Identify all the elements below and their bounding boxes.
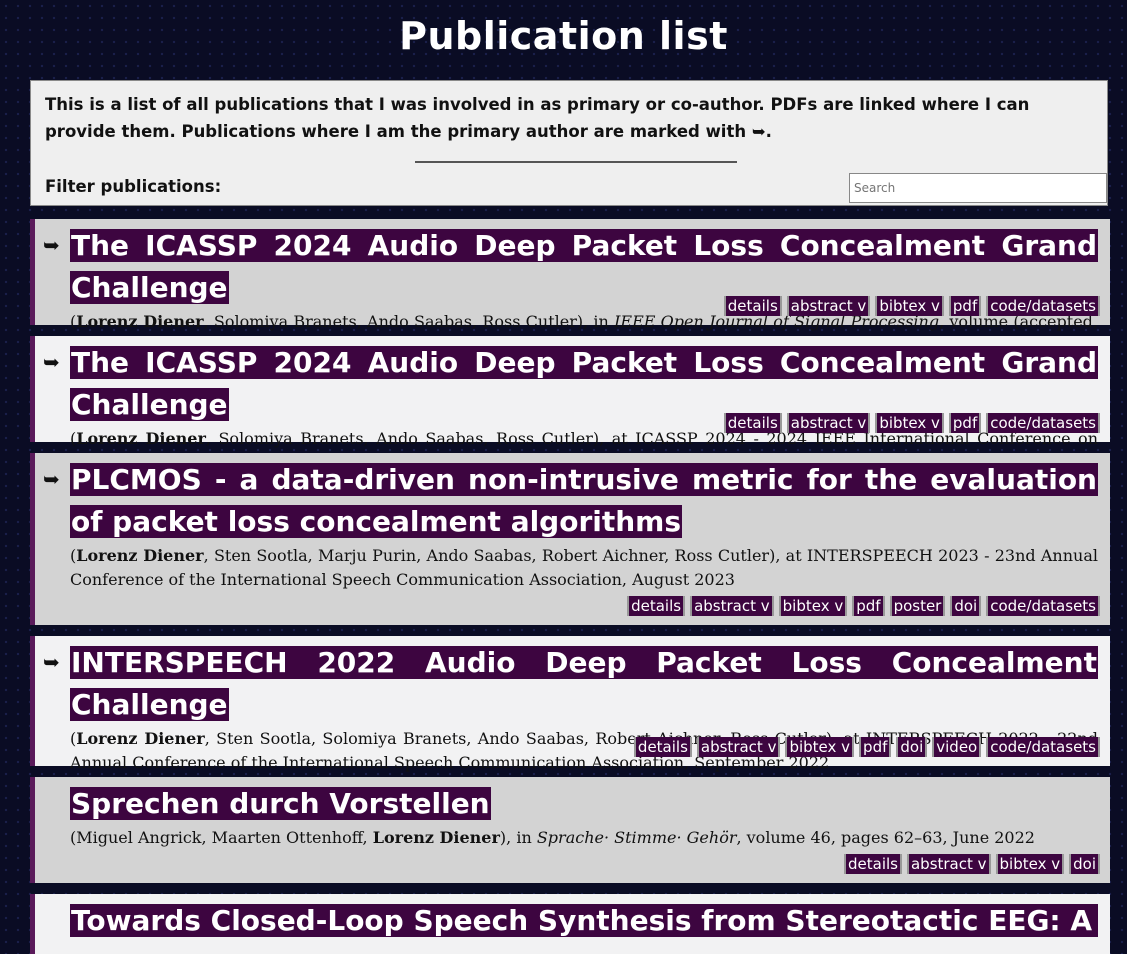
details-link[interactable]: details — [723, 296, 782, 316]
bibtex-toggle[interactable]: bibtex v — [875, 296, 944, 316]
abstract-toggle[interactable]: abstract v — [786, 296, 871, 316]
code-datasets-link[interactable]: code/datasets — [986, 296, 1100, 316]
code-datasets-link[interactable]: code/datasets — [986, 596, 1100, 616]
doi-link[interactable]: doi — [896, 737, 928, 757]
publication-item: ➥ The ICASSP 2024 Audio Deep Packet Loss… — [30, 336, 1110, 472]
page-title: Publication list — [399, 14, 728, 58]
search-input[interactable] — [849, 173, 1107, 203]
publication-title[interactable]: Towards Closed-Loop Speech Synthesis fro… — [70, 904, 1098, 937]
bibtex-toggle[interactable]: bibtex v — [995, 854, 1065, 874]
publication-links: details abstract v bibtex v pdf code/dataset… — [719, 413, 1100, 433]
publication-links: details abstract v bibtex v doi — [839, 854, 1100, 874]
details-link[interactable]: details — [723, 413, 782, 433]
publication-title[interactable]: The ICASSP 2024 Audio Deep Packet Loss C… — [70, 346, 1098, 421]
bibtex-toggle[interactable]: bibtex v — [778, 596, 848, 616]
publication-item: Sprechen durch Vorstellen (Miguel Angric… — [30, 777, 1110, 883]
abstract-toggle[interactable]: abstract v — [786, 413, 871, 433]
primary-author-arrow-icon: ➥ — [43, 350, 60, 374]
publication-citation: (Lorenz Diener, Sten Sootla, Marju Purin… — [70, 546, 1098, 589]
publication-title[interactable]: PLCMOS - a data-driven non-intrusive met… — [70, 463, 1098, 538]
code-datasets-link[interactable]: code/datasets — [986, 737, 1100, 757]
pdf-link[interactable]: pdf — [852, 596, 885, 616]
details-link[interactable]: details — [627, 596, 686, 616]
publication-item: ➥ The ICASSP 2024 Audio Deep Packet Loss… — [30, 219, 1110, 355]
doi-link[interactable]: doi — [1069, 854, 1100, 874]
publication-item: Towards Closed-Loop Speech Synthesis fro… — [30, 894, 1110, 954]
abstract-toggle[interactable]: abstract v — [696, 737, 781, 757]
intro-panel: This is a list of all publications that … — [30, 80, 1108, 206]
primary-author-arrow-icon: ➥ — [43, 233, 60, 257]
publication-links: details abstract v bibtex v pdf code/dataset… — [719, 296, 1100, 316]
publication-item: ➥ PLCMOS - a data-driven non-intrusive m… — [30, 453, 1110, 625]
divider — [415, 161, 737, 163]
publication-links: details abstract v bibtex v pdf poster doi cod… — [622, 596, 1100, 616]
publication-title[interactable]: INTERSPEECH 2022 Audio Deep Packet Loss … — [70, 646, 1098, 721]
abstract-toggle[interactable]: abstract v — [690, 596, 774, 616]
details-link[interactable]: details — [633, 737, 692, 757]
publication-item: ➥ INTERSPEECH 2022 Audio Deep Packet Los… — [30, 636, 1110, 772]
code-datasets-link[interactable]: code/datasets — [986, 413, 1100, 433]
pdf-link[interactable]: pdf — [948, 296, 982, 316]
abstract-toggle[interactable]: abstract v — [906, 854, 991, 874]
bibtex-toggle[interactable]: bibtex v — [875, 413, 944, 433]
publication-title[interactable]: The ICASSP 2024 Audio Deep Packet Loss C… — [70, 229, 1098, 304]
publication-citation: (Miguel Angrick, Maarten Ottenhoff, Lore… — [70, 828, 1035, 847]
publication-title[interactable]: Sprechen durch Vorstellen — [70, 787, 491, 820]
video-link[interactable]: video — [932, 737, 982, 757]
doi-link[interactable]: doi — [950, 596, 982, 616]
intro-text: This is a list of all publications that … — [45, 95, 1030, 141]
pdf-link[interactable]: pdf — [859, 737, 892, 757]
details-link[interactable]: details — [844, 854, 902, 874]
publication-links: details abstract v bibtex v pdf doi video code… — [629, 737, 1100, 757]
primary-author-arrow-icon: ➥ — [43, 467, 60, 491]
filter-label: Filter publications: — [45, 177, 222, 196]
poster-link[interactable]: poster — [889, 596, 946, 616]
primary-author-arrow-icon: ➥ — [43, 650, 60, 674]
bibtex-toggle[interactable]: bibtex v — [785, 737, 855, 757]
pdf-link[interactable]: pdf — [948, 413, 982, 433]
